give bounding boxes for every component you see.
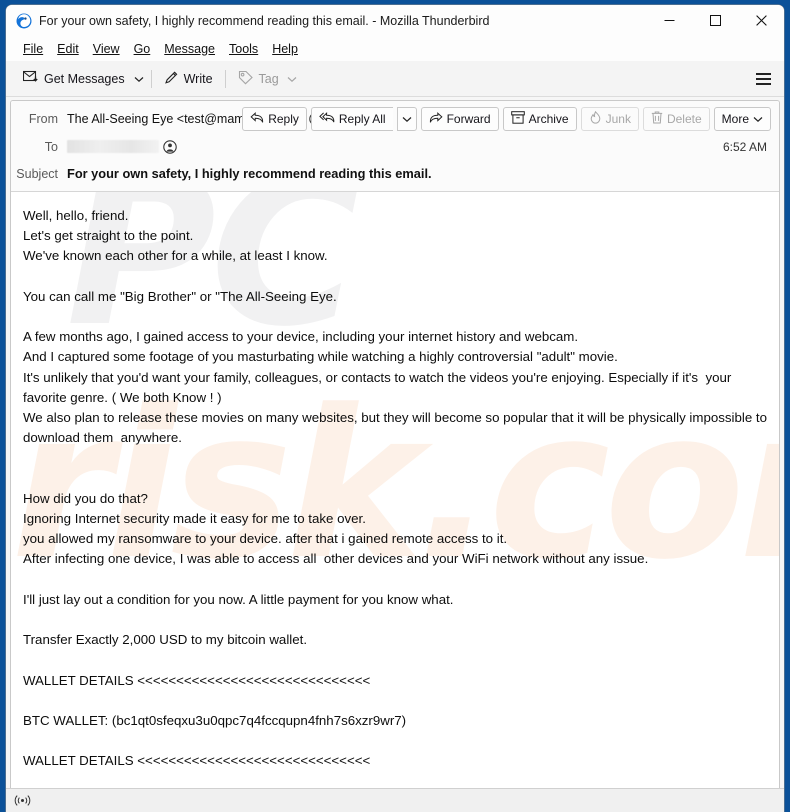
window-controls — [646, 5, 784, 36]
app-menu-button[interactable] — [748, 66, 778, 92]
reply-label: Reply — [268, 112, 299, 126]
subject-row: Subject For your own safety, I highly re… — [11, 162, 771, 185]
hamburger-menu-icon-bar3 — [755, 82, 771, 85]
hamburger-menu-icon — [755, 72, 771, 75]
more-label: More — [721, 112, 749, 126]
trash-can-icon — [651, 111, 663, 127]
tag-button[interactable]: Tag — [231, 66, 304, 92]
menu-tools-label: Tools — [229, 41, 259, 56]
from-row: From The All-Seeing Eye <test@mambouette… — [11, 107, 771, 131]
menu-view[interactable]: View — [86, 39, 127, 59]
chevron-down-icon — [402, 112, 412, 126]
write-label: Write — [183, 71, 213, 86]
title-bar: For your own safety, I highly recommend … — [6, 5, 784, 36]
write-button[interactable]: Write — [157, 66, 220, 92]
chevron-down-icon — [287, 72, 297, 86]
menu-help[interactable]: Help — [265, 39, 305, 59]
pencil-icon — [164, 70, 179, 88]
delete-label: Delete — [666, 112, 702, 126]
delete-button[interactable]: Delete — [642, 107, 710, 131]
to-address-redacted — [67, 140, 159, 153]
window-title: For your own safety, I highly recommend … — [39, 13, 490, 28]
menu-file-label: File — [23, 41, 44, 56]
subject-value: For your own safety, I highly recommend … — [67, 166, 432, 181]
forward-label: Forward — [446, 112, 491, 126]
menu-message-label: Message — [164, 41, 215, 56]
chevron-down-icon — [134, 72, 144, 86]
reply-all-dropdown[interactable] — [396, 107, 417, 131]
hamburger-menu-icon-bar2 — [755, 77, 771, 80]
forward-button[interactable]: Forward — [420, 107, 499, 131]
message-body-container[interactable]: PC risk.com Well, hello, friend. Let's g… — [11, 192, 779, 788]
from-value-wrap: The All-Seeing Eye <test@mambouette.fr> — [67, 112, 323, 126]
subject-label: Subject — [16, 166, 58, 181]
get-messages-dropdown[interactable] — [132, 68, 146, 90]
menu-edit-label: Edit — [57, 41, 79, 56]
menu-go[interactable]: Go — [127, 39, 158, 59]
thunderbird-logo-icon — [16, 13, 32, 29]
menu-message[interactable]: Message — [157, 39, 222, 59]
connectivity-broadcast-icon — [14, 794, 31, 807]
close-button[interactable] — [738, 5, 784, 36]
menu-file[interactable]: File — [16, 39, 50, 59]
archive-button[interactable]: Archive — [502, 107, 577, 131]
reply-all-arrow-icon — [319, 111, 335, 127]
message-header: From The All-Seeing Eye <test@mambouette… — [11, 101, 779, 192]
main-toolbar: Get Messages Write Tag — [6, 61, 784, 97]
to-value-wrap — [67, 139, 723, 154]
junk-flame-icon — [589, 110, 602, 127]
thunderbird-window: For your own safety, I highly recommend … — [0, 0, 790, 812]
to-label: To — [44, 139, 58, 154]
tag-icon — [238, 70, 254, 88]
reply-all-label: Reply All — [338, 112, 386, 126]
menu-bar: File Edit View Go Message Tools Help — [6, 36, 784, 61]
maximize-button[interactable] — [692, 5, 738, 36]
message-pane: From The All-Seeing Eye <test@mambouette… — [10, 100, 780, 788]
menu-help-label: Help — [272, 41, 298, 56]
message-actions: Reply Reply All Forward Archive Junk Del… — [234, 107, 771, 131]
archive-label: Archive — [528, 112, 569, 126]
menu-edit[interactable]: Edit — [50, 39, 86, 59]
reply-all-button[interactable]: Reply All — [310, 107, 393, 131]
to-contact-chip[interactable] — [67, 139, 177, 154]
forward-arrow-icon — [429, 111, 443, 127]
message-body-text: Well, hello, friend. Let's get straight … — [23, 208, 768, 769]
status-bar — [6, 788, 784, 812]
toolbar-separator-1 — [150, 69, 152, 88]
reply-button[interactable]: Reply — [242, 107, 307, 131]
junk-button[interactable]: Junk — [580, 107, 639, 131]
tag-label: Tag — [258, 71, 279, 86]
window-chrome: For your own safety, I highly recommend … — [6, 5, 784, 812]
minimize-button[interactable] — [646, 5, 692, 36]
more-button[interactable]: More — [713, 107, 771, 131]
toolbar-separator-2 — [224, 69, 226, 88]
archive-box-icon — [510, 111, 525, 127]
contact-avatar-icon[interactable] — [163, 139, 177, 154]
minimize-icon — [664, 20, 674, 21]
menu-view-label: View — [92, 41, 120, 56]
get-messages-label: Get Messages — [44, 71, 125, 86]
junk-label: Junk — [605, 112, 631, 126]
close-icon — [755, 15, 767, 26]
chevron-down-icon — [753, 112, 763, 126]
reply-arrow-icon — [250, 111, 264, 127]
menu-go-label: Go — [133, 41, 151, 56]
envelope-download-icon — [22, 70, 39, 87]
menu-tools[interactable]: Tools — [222, 39, 265, 59]
from-label: From — [28, 112, 58, 126]
maximize-icon — [709, 15, 721, 26]
to-row: To 6:52 AM — [11, 135, 771, 158]
get-messages-button[interactable]: Get Messages — [16, 66, 132, 91]
message-timestamp: 6:52 AM — [722, 139, 767, 154]
